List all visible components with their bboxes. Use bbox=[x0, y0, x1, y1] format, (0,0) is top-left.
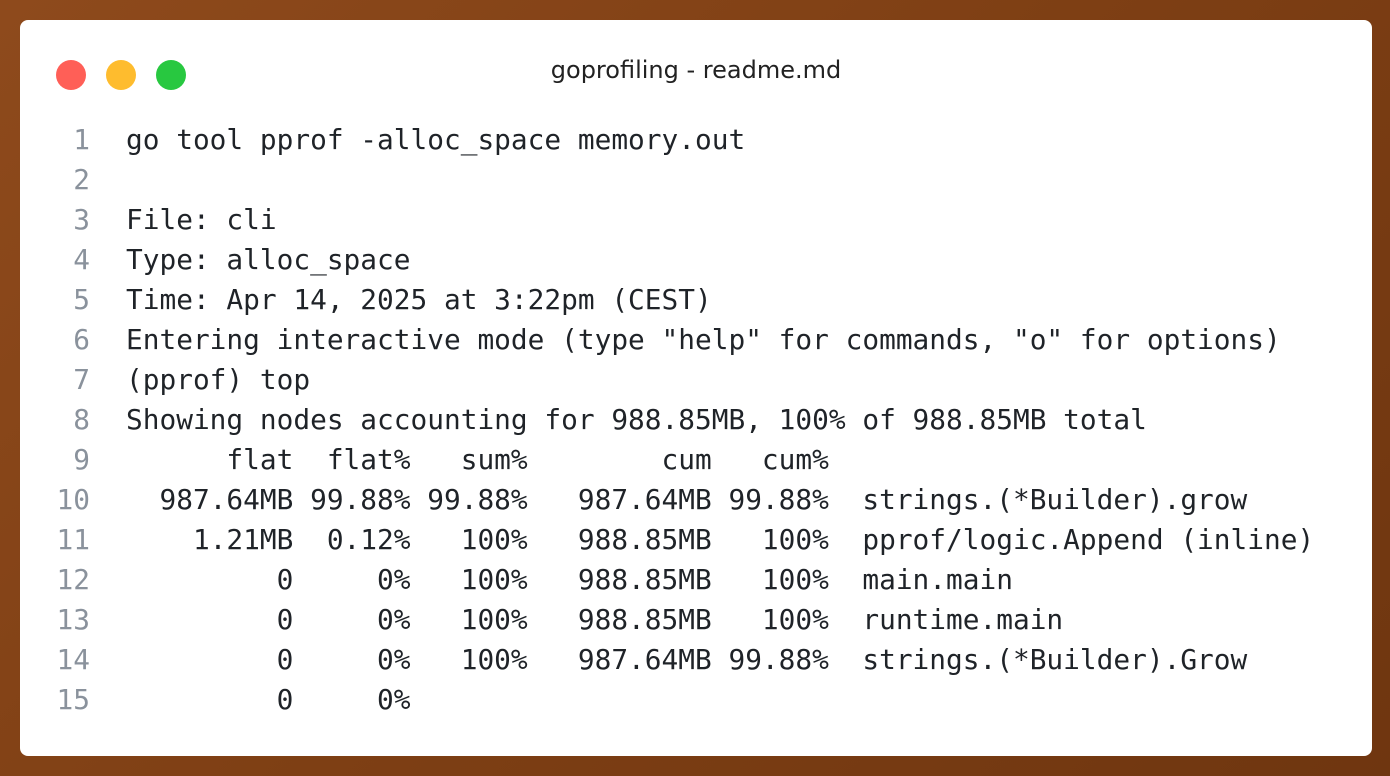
code-line: 3 File: cli bbox=[20, 200, 1314, 240]
line-text: flat flat% sum% cum cum% bbox=[126, 443, 829, 476]
line-number: 7 bbox=[73, 363, 90, 396]
code-line: 9 flat flat% sum% cum cum% bbox=[20, 440, 1314, 480]
code-line: 7 (pprof) top bbox=[20, 360, 1314, 400]
line-number: 1 bbox=[73, 123, 90, 156]
line-text: 0 0% 100% 988.85MB 100% main.main bbox=[126, 563, 1013, 596]
line-text: 1.21MB 0.12% 100% 988.85MB 100% pprof/lo… bbox=[126, 523, 1315, 556]
line-text: 0 0% 100% 988.85MB 100% runtime.main bbox=[126, 603, 1064, 636]
code-line: 10 987.64MB 99.88% 99.88% 987.64MB 99.88… bbox=[20, 480, 1314, 520]
line-text: 987.64MB 99.88% 99.88% 987.64MB 99.88% s… bbox=[126, 483, 1248, 516]
line-text: Showing nodes accounting for 988.85MB, 1… bbox=[126, 403, 1147, 436]
line-text: Entering interactive mode (type "help" f… bbox=[126, 323, 1281, 356]
line-number: 11 bbox=[56, 523, 90, 556]
line-text: 0 0% bbox=[126, 683, 411, 716]
code-line: 12 0 0% 100% 988.85MB 100% main.main bbox=[20, 560, 1314, 600]
line-number: 4 bbox=[73, 243, 90, 276]
line-text: 0 0% 100% 987.64MB 99.88% strings.(*Buil… bbox=[126, 643, 1248, 676]
line-text: (pprof) top bbox=[126, 363, 311, 396]
code-line: 5 Time: Apr 14, 2025 at 3:22pm (CEST) bbox=[20, 280, 1314, 320]
line-number: 12 bbox=[56, 563, 90, 596]
line-number: 10 bbox=[56, 483, 90, 516]
code-line: 1 go tool pprof -alloc_space memory.out bbox=[20, 120, 1314, 160]
line-number: 15 bbox=[56, 683, 90, 716]
code-line: 15 0 0% bbox=[20, 680, 1314, 720]
code-line: 2 bbox=[20, 160, 1314, 200]
code-window: goprofiling - readme.md 1 go tool pprof -… bbox=[20, 20, 1372, 756]
code-line: 8 Showing nodes accounting for 988.85MB, … bbox=[20, 400, 1314, 440]
code-line: 4 Type: alloc_space bbox=[20, 240, 1314, 280]
line-number: 13 bbox=[56, 603, 90, 636]
code-line: 11 1.21MB 0.12% 100% 988.85MB 100% pprof… bbox=[20, 520, 1315, 560]
line-number: 2 bbox=[73, 163, 90, 196]
line-text: Time: Apr 14, 2025 at 3:22pm (CEST) bbox=[126, 283, 712, 316]
line-number: 3 bbox=[73, 203, 90, 236]
line-text: File: cli bbox=[126, 203, 277, 236]
line-text: go tool pprof -alloc_space memory.out bbox=[126, 123, 746, 156]
code-line: 13 0 0% 100% 988.85MB 100% runtime.main bbox=[20, 600, 1314, 640]
code-line: 14 0 0% 100% 987.64MB 99.88% strings.(*B… bbox=[20, 640, 1314, 680]
line-number: 6 bbox=[73, 323, 90, 356]
window-title: goprofiling - readme.md bbox=[550, 56, 842, 84]
line-number: 14 bbox=[56, 643, 90, 676]
line-number: 5 bbox=[73, 283, 90, 316]
line-text: Type: alloc_space bbox=[126, 243, 411, 276]
code-line: 6 Entering interactive mode (type "help" … bbox=[20, 320, 1314, 360]
line-number: 8 bbox=[73, 403, 90, 436]
code-block: 1 go tool pprof -alloc_space memory.out 2 3… bbox=[20, 120, 1315, 720]
line-number: 9 bbox=[73, 443, 90, 476]
